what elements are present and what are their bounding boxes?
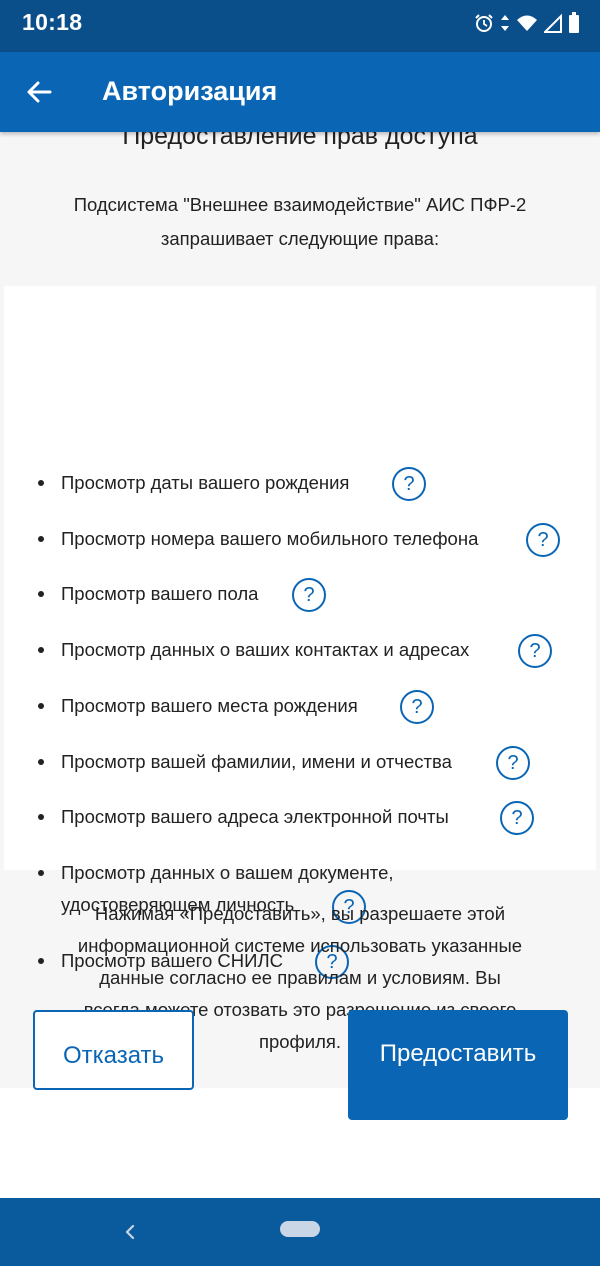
app-bar-title: Авторизация <box>102 76 278 106</box>
bullet <box>38 759 44 765</box>
permission-label: Просмотр вашего места рождения <box>61 695 358 716</box>
decline-button[interactable]: Отказать <box>33 1010 194 1090</box>
permission-label: Просмотр вашей фамилии, имени и отчества <box>61 751 452 772</box>
signal-icon <box>544 13 562 33</box>
bullet <box>38 814 44 820</box>
help-icon[interactable]: ? <box>392 467 426 501</box>
alarm-icon <box>475 14 493 32</box>
bullet <box>38 480 44 486</box>
bullet <box>38 647 44 653</box>
grant-button[interactable]: Предоставить <box>348 1010 568 1120</box>
help-icon[interactable]: ? <box>496 746 530 780</box>
permission-label: Просмотр данных о вашем документе, <box>61 862 394 883</box>
wifi-icon <box>517 15 537 31</box>
permission-label: Просмотр вашего адреса электронной почты <box>61 806 449 827</box>
status-time: 10:18 <box>22 9 83 35</box>
intro-text: Подсистема "Внешнее взаимодействие" АИС … <box>73 194 527 249</box>
permission-label: Просмотр даты вашего рождения <box>61 472 350 493</box>
bullet <box>38 958 44 964</box>
data-arrows-icon <box>501 15 509 31</box>
permission-label: Просмотр данных о ваших контактах и адре… <box>61 639 470 660</box>
home-pill-icon[interactable] <box>280 1221 320 1237</box>
help-icon[interactable]: ? <box>500 801 534 835</box>
bullet <box>38 536 44 542</box>
system-nav-bar <box>0 1198 600 1266</box>
permission-label: Просмотр вашего пола <box>61 583 259 604</box>
bullet <box>38 703 44 709</box>
arrow-left-icon[interactable] <box>22 74 58 110</box>
help-icon[interactable]: ? <box>400 690 434 724</box>
help-icon[interactable]: ? <box>292 578 326 612</box>
battery-icon <box>569 12 579 33</box>
help-icon[interactable]: ? <box>518 634 552 668</box>
section-title: Предоставление прав доступа <box>122 132 478 150</box>
bullet <box>38 870 44 876</box>
status-bar: 10:18 <box>0 0 600 52</box>
help-icon[interactable]: ? <box>526 523 560 557</box>
status-icons <box>474 11 580 35</box>
bullet <box>38 591 44 597</box>
app-bar: Авторизация <box>0 52 600 132</box>
nav-back-icon[interactable] <box>118 1218 142 1246</box>
permission-label: Просмотр номера вашего мобильного телефо… <box>61 528 479 549</box>
permissions-list: Просмотр даты вашего рождения ? Просмотр… <box>4 286 596 979</box>
